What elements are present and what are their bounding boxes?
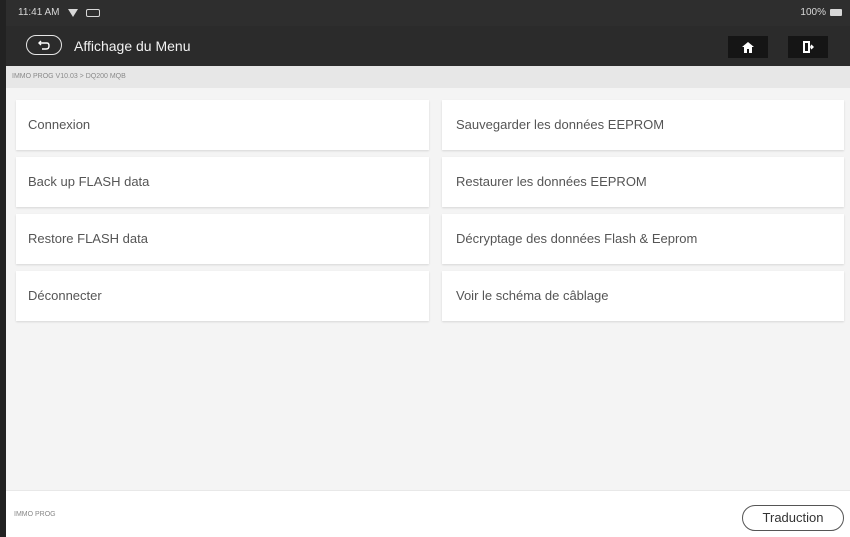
sim-icon (85, 8, 100, 17)
back-button[interactable] (26, 35, 62, 55)
app-screen: 11:41 AM 100% Affichage du Menu IMMO PRO… (6, 0, 850, 537)
translate-button[interactable]: Traduction (742, 505, 844, 531)
status-time: 11:41 AM (18, 7, 60, 18)
page-title: Affichage du Menu (74, 38, 191, 54)
exit-button[interactable] (788, 36, 828, 58)
wifi-icon (67, 8, 78, 17)
back-arrow-icon (38, 40, 50, 50)
menu-item-decrypt-data[interactable]: Décryptage des données Flash & Eeprom (442, 214, 844, 264)
menu-grid: Connexion Sauvegarder les données EEPROM… (6, 88, 850, 490)
menu-item-connexion[interactable]: Connexion (16, 100, 429, 150)
breadcrumb: IMMO PROG V10.03 > DQ200 MQB (6, 66, 850, 88)
home-icon (742, 41, 754, 53)
battery-icon (830, 9, 842, 16)
home-button[interactable] (728, 36, 768, 58)
menu-item-restore-flash[interactable]: Restore FLASH data (16, 214, 429, 264)
menu-item-disconnect[interactable]: Déconnecter (16, 271, 429, 321)
footer-bar: IMMO PROG Traduction (6, 490, 850, 537)
footer-app-label: IMMO PROG (14, 511, 56, 518)
menu-item-restore-eeprom[interactable]: Restaurer les données EEPROM (442, 157, 844, 207)
status-bar: 11:41 AM 100% (6, 0, 850, 26)
menu-item-save-eeprom[interactable]: Sauvegarder les données EEPROM (442, 100, 844, 150)
exit-icon (803, 41, 814, 53)
menu-item-backup-flash[interactable]: Back up FLASH data (16, 157, 429, 207)
app-header: Affichage du Menu (6, 26, 850, 66)
menu-item-wiring-diagram[interactable]: Voir le schéma de câblage (442, 271, 844, 321)
battery-percent: 100% (800, 7, 826, 18)
